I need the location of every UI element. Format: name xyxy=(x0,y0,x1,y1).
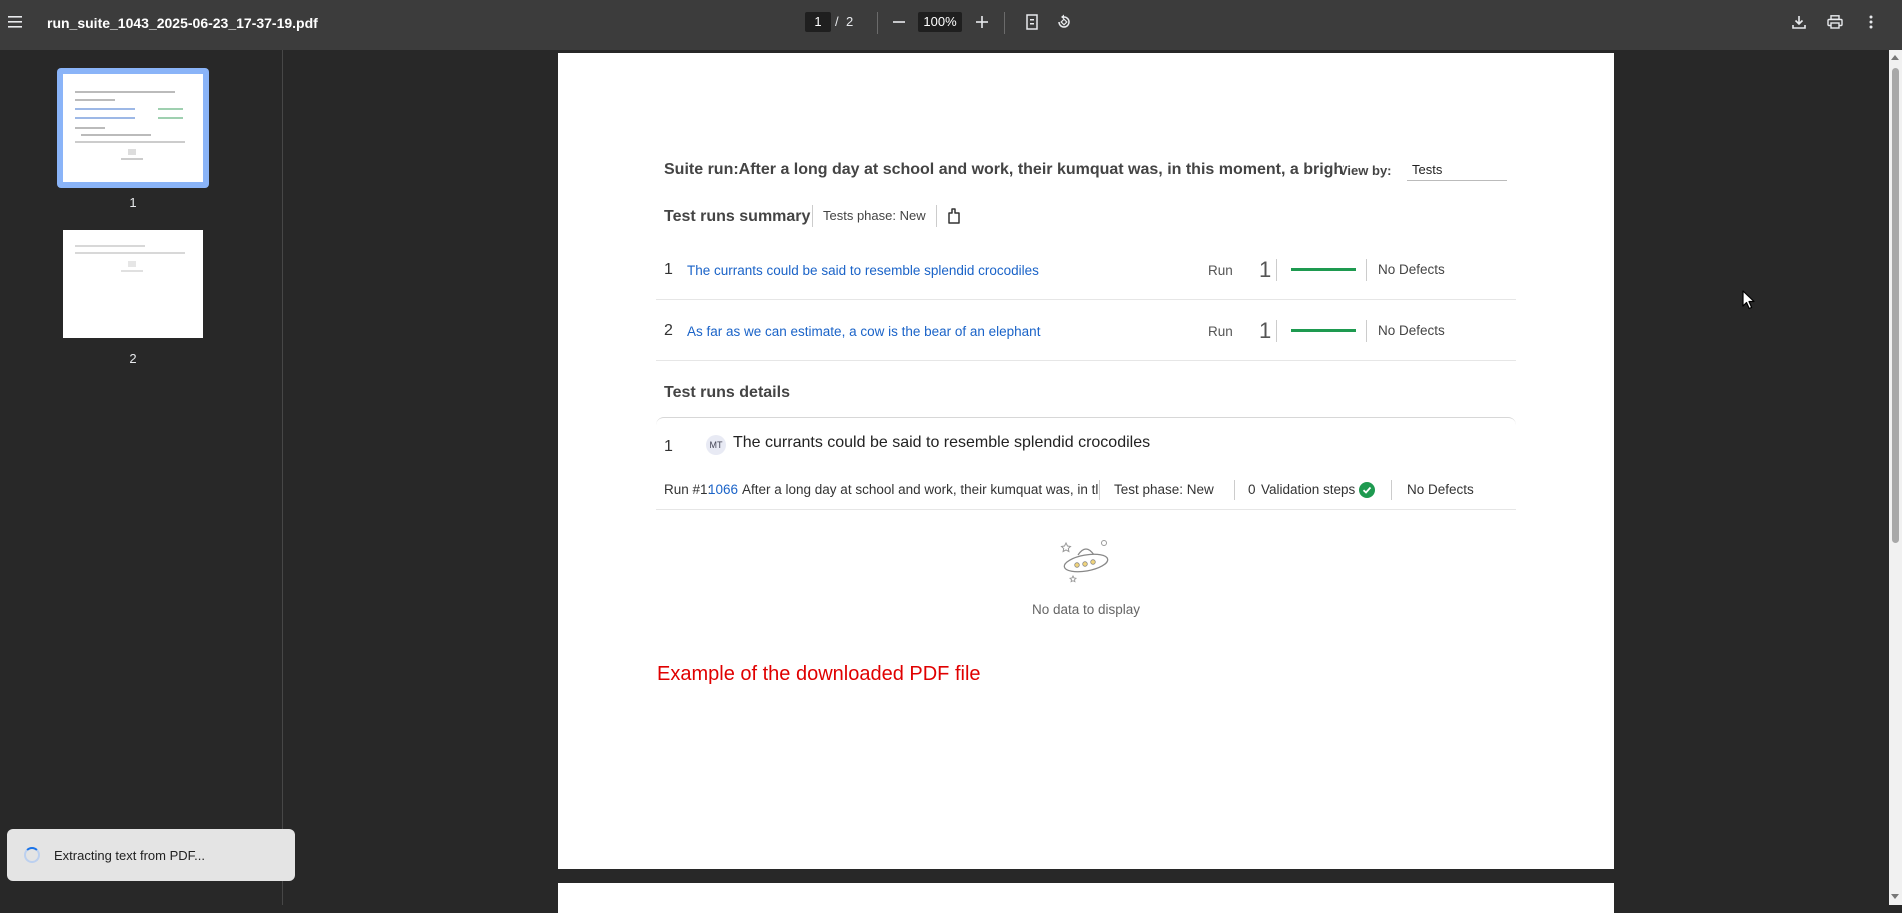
divider xyxy=(1234,480,1235,500)
detail-test-phase: Test phase: New xyxy=(1114,482,1214,497)
detail-defects: No Defects xyxy=(1407,482,1474,497)
document-filename: run_suite_1043_2025-06-23_17-37-19.pdf xyxy=(47,15,318,31)
summary-row-number: 2 xyxy=(664,322,673,339)
thumbnail-label-1: 1 xyxy=(129,195,137,210)
manual-test-badge: MT xyxy=(706,435,726,455)
zoom-input[interactable]: 100% xyxy=(918,12,962,32)
summary-row-number: 1 xyxy=(664,261,673,278)
detail-run-id: 1066 xyxy=(708,482,739,497)
summary-row-link: The currants could be said to resemble s… xyxy=(687,263,1039,278)
divider xyxy=(812,205,813,227)
zoom-in-button[interactable] xyxy=(966,6,998,38)
summary-row-run-count: 1 xyxy=(1259,257,1272,282)
divider xyxy=(1366,320,1367,342)
summary-row-link: As far as we can estimate, a cow is the … xyxy=(687,324,1041,339)
extracting-text-toast: Extracting text from PDF... xyxy=(7,829,295,881)
row-divider xyxy=(656,509,1516,510)
page-thumbnail-2[interactable] xyxy=(63,230,203,338)
download-icon[interactable] xyxy=(1783,6,1815,38)
row-divider xyxy=(656,299,1516,300)
current-page-input[interactable]: 1 xyxy=(805,12,831,32)
pdf-page-2 xyxy=(558,883,1614,913)
example-note: Example of the downloaded PDF file xyxy=(657,663,981,685)
no-data-message: No data to display xyxy=(1031,602,1141,617)
divider xyxy=(1099,480,1100,500)
divider xyxy=(1276,320,1277,342)
view-by-label: View by: xyxy=(1339,163,1392,178)
thumbnail-sidebar: 1 2 xyxy=(0,50,283,905)
scroll-up-arrow-icon[interactable] xyxy=(1891,55,1899,60)
more-options-icon[interactable] xyxy=(1855,6,1887,38)
vertical-scrollbar[interactable] xyxy=(1889,50,1902,905)
divider xyxy=(1276,259,1277,281)
export-icon xyxy=(946,207,962,230)
scrollbar-thumb[interactable] xyxy=(1892,68,1899,543)
view-by-select: Tests xyxy=(1407,159,1507,181)
summary-row-run-label: Run xyxy=(1208,324,1233,339)
divider xyxy=(1366,259,1367,281)
details-card-border xyxy=(656,417,1516,427)
tests-phase-text: Tests phase: New xyxy=(823,208,926,223)
detail-number: 1 xyxy=(664,438,673,455)
scroll-down-arrow-icon[interactable] xyxy=(1891,894,1899,899)
validation-steps-label: Validation steps xyxy=(1261,482,1356,497)
divider xyxy=(1391,480,1392,500)
toolbar-divider xyxy=(1004,12,1005,34)
thumbnail-label-2: 2 xyxy=(129,351,137,366)
page-thumbnail-1[interactable] xyxy=(63,74,203,182)
summary-row-defects: No Defects xyxy=(1378,323,1445,338)
suite-run-title: Suite run:After a long day at school and… xyxy=(664,161,1344,178)
toolbar-divider xyxy=(877,12,878,34)
fit-page-icon[interactable] xyxy=(1016,6,1048,38)
test-runs-details-title: Test runs details xyxy=(664,384,790,401)
loading-spinner-icon xyxy=(24,847,40,863)
mouse-cursor-icon xyxy=(1742,290,1756,315)
rotate-icon[interactable] xyxy=(1048,6,1080,38)
detail-run-description: After a long day at school and work, the… xyxy=(742,482,1099,497)
summary-row-defects: No Defects xyxy=(1378,262,1445,277)
row-divider xyxy=(656,360,1516,361)
total-pages: 2 xyxy=(846,14,854,29)
toast-message: Extracting text from PDF... xyxy=(54,847,205,863)
test-runs-summary-title: Test runs summary xyxy=(664,208,811,225)
zoom-out-button[interactable] xyxy=(883,6,915,38)
detail-test-name: The currants could be said to resemble s… xyxy=(733,434,1151,451)
pass-progress-bar xyxy=(1291,329,1356,332)
pdf-page-1: Suite run:After a long day at school and… xyxy=(558,53,1614,869)
check-circle-icon xyxy=(1359,482,1375,498)
page-separator: / xyxy=(835,14,839,29)
detail-run-prefix: Run #1: xyxy=(664,482,712,497)
summary-row-run-count: 1 xyxy=(1259,318,1272,343)
ufo-empty-state-icon xyxy=(1060,539,1112,594)
summary-row-run-label: Run xyxy=(1208,263,1233,278)
pdf-toolbar: run_suite_1043_2025-06-23_17-37-19.pdf 1… xyxy=(0,0,1902,50)
validation-steps-count: 0 xyxy=(1248,482,1256,497)
print-icon[interactable] xyxy=(1819,6,1851,38)
menu-icon[interactable] xyxy=(0,6,32,38)
pass-progress-bar xyxy=(1291,268,1356,271)
divider xyxy=(936,205,937,227)
